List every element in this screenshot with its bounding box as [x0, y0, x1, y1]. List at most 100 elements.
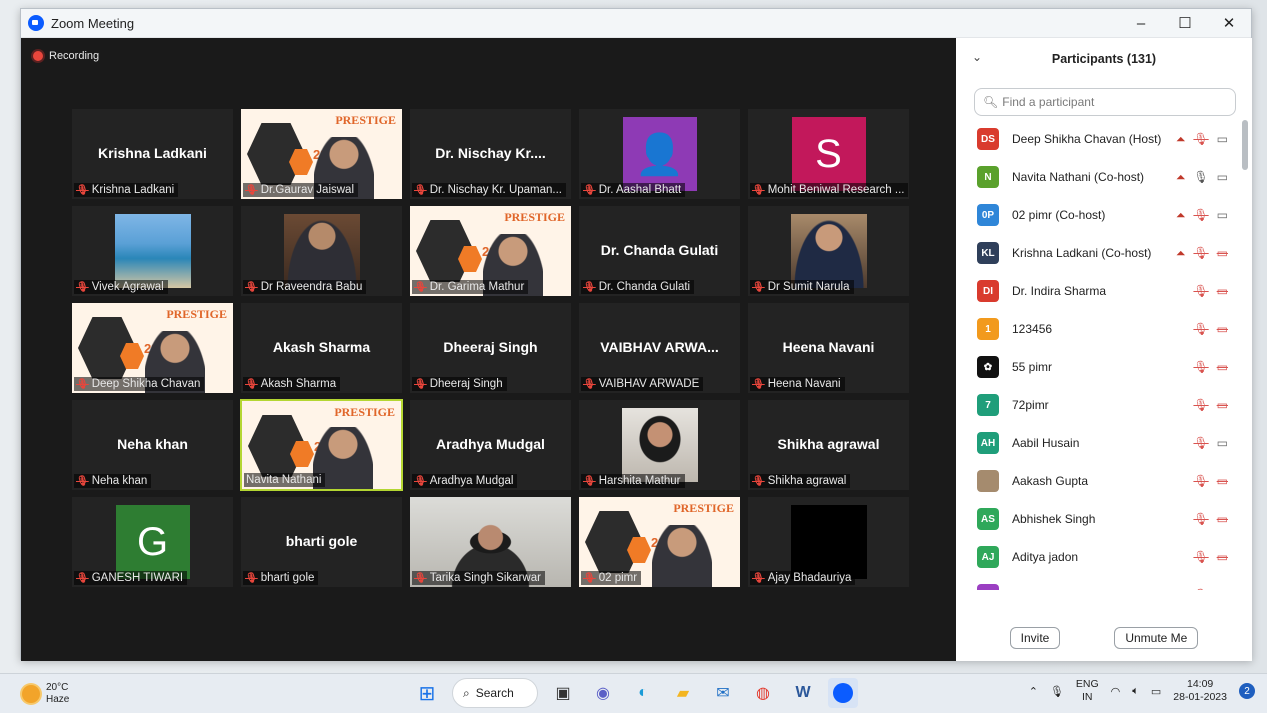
participant-row[interactable]: AS Abhishek Singh 🎙︎ ▭	[956, 500, 1252, 538]
edge-browser-icon[interactable]: ◐	[628, 678, 658, 708]
zoom-taskbar-icon[interactable]	[828, 678, 858, 708]
tile-name-label: 🎙︎ Heena Navani	[750, 377, 845, 391]
participant-row[interactable]: DI Dr. Indira Sharma 🎙︎ ▭	[956, 272, 1252, 310]
video-on-icon[interactable]: ▭	[1217, 208, 1228, 222]
mic-muted-icon[interactable]: 🎙︎	[1193, 360, 1208, 374]
video-tile[interactable]: Krishna Ladkani 🎙︎ Krishna Ladkani	[71, 108, 234, 200]
video-off-icon[interactable]: ▭	[1217, 512, 1228, 526]
participant-row[interactable]: AH Aabil Husain 🎙︎ ▭	[956, 424, 1252, 462]
video-tile[interactable]: PRESTIGE28 ◷02🎙︎02 pimr	[578, 496, 741, 588]
participant-row[interactable]: 0P 02 pimr (Co-host) ⏶ 🎙︎ ▭	[956, 196, 1252, 234]
recording-indicator[interactable]: Recording	[33, 50, 99, 62]
tile-display-name: Heena Navani	[782, 339, 875, 355]
participant-list-scrollbar[interactable]	[1242, 120, 1248, 170]
video-off-icon[interactable]: ▭	[1217, 474, 1228, 488]
video-tile[interactable]: bharti gole 🎙︎ bharti gole	[240, 496, 403, 588]
video-tile[interactable]: PRESTIGE28 ◷02🎙︎Dr.Gaurav Jaiswal	[240, 108, 403, 200]
collapse-chevron-icon[interactable]: ⌄	[972, 50, 982, 64]
language-indicator[interactable]: ENG IN	[1076, 678, 1099, 704]
file-explorer-icon[interactable]: ▰	[668, 678, 698, 708]
participant-row[interactable]: N Navita Nathani (Co-host) ⏶ 🎙︎ ▭	[956, 158, 1252, 196]
tile-name-label: 🎙︎ VAIBHAV ARWADE	[581, 377, 704, 391]
word-icon[interactable]: W	[788, 678, 818, 708]
video-off-icon[interactable]: ▭	[1217, 360, 1228, 374]
video-tile[interactable]: PRESTIGE28 ◷02Navita Nathani	[240, 399, 403, 491]
video-on-icon[interactable]: ▭	[1217, 132, 1228, 146]
mail-icon[interactable]: ✉	[708, 678, 738, 708]
mic-muted-icon[interactable]: 🎙︎	[1193, 132, 1208, 146]
teams-chat-icon[interactable]: ◉	[588, 678, 618, 708]
participant-row[interactable]: ✿ 55 pimr 🎙︎ ▭	[956, 348, 1252, 386]
video-tile[interactable]: Shikha agrawal 🎙︎ Shikha agrawal	[747, 399, 910, 491]
mic-muted-icon[interactable]: 🎙︎	[1193, 512, 1208, 526]
mic-muted-icon[interactable]: 🎙︎	[1193, 208, 1208, 222]
video-tile[interactable]: 🎙︎ Harshita Mathur	[578, 399, 741, 491]
task-view-icon[interactable]: ▣	[548, 678, 578, 708]
mic-muted-icon[interactable]: 🎙︎	[1193, 398, 1208, 412]
video-tile[interactable]: 🎙︎ Tarika Singh Sikarwar	[409, 496, 572, 588]
clock[interactable]: 14:09 28-01-2023	[1173, 678, 1227, 704]
video-tile[interactable]: Akash Sharma 🎙︎ Akash Sharma	[240, 302, 403, 394]
mic-muted-icon[interactable]: 🎙︎	[1193, 550, 1208, 564]
mic-muted-icon[interactable]: 🎙︎	[1193, 474, 1208, 488]
weather-widget[interactable]: 20°C Haze	[22, 682, 69, 706]
taskbar-search[interactable]: ⌕ Search	[452, 678, 538, 708]
participant-row[interactable]: 1 123456 🎙︎ ▭	[956, 310, 1252, 348]
video-off-icon[interactable]: ▭	[1217, 550, 1228, 564]
video-tile[interactable]: Dr. Chanda Gulati 🎙︎ Dr. Chanda Gulati	[578, 205, 741, 297]
chrome-icon[interactable]: ◍	[748, 678, 778, 708]
video-tile[interactable]: Heena Navani 🎙︎ Heena Navani	[747, 302, 910, 394]
windows-start-icon[interactable]: ⊞	[412, 678, 442, 708]
video-tile[interactable]: 🎙︎ Ajay Bhadauriya	[747, 496, 910, 588]
tray-chevron-icon[interactable]: ⌃	[1029, 685, 1038, 698]
wifi-icon[interactable]: ◠	[1111, 685, 1121, 698]
video-on-icon[interactable]: ▭	[1217, 436, 1228, 450]
participant-row[interactable]: 7 72pimr 🎙︎ ▭	[956, 386, 1252, 424]
mic-muted-icon[interactable]: 🎙︎	[1193, 284, 1208, 298]
video-tile[interactable]: PRESTIGE28 ◷02🎙︎Dr. Garima Mathur	[409, 205, 572, 297]
maximize-button[interactable]: ☐	[1163, 9, 1207, 37]
participant-list[interactable]: DS Deep Shikha Chavan (Host) ⏶ 🎙︎ ▭ N Navita N…	[956, 120, 1252, 590]
participant-search[interactable]: 🔍︎	[974, 88, 1236, 116]
participant-row[interactable]: Aakash Gupta 🎙︎ ▭	[956, 462, 1252, 500]
taskbar-search-label: Search	[475, 686, 514, 700]
video-tile[interactable]: Dheeraj Singh 🎙︎ Dheeraj Singh	[409, 302, 572, 394]
participant-row[interactable]: AJ Aditya jadon 🎙︎ ▭	[956, 538, 1252, 576]
mic-muted-icon[interactable]: 🎙︎	[1193, 436, 1208, 450]
participant-row[interactable]: DS Deep Shikha Chavan (Host) ⏶ 🎙︎ ▭	[956, 120, 1252, 158]
minimize-button[interactable]: –	[1119, 9, 1163, 37]
video-tile[interactable]: Dr. Nischay Kr.... 🎙︎ Dr. Nischay Kr. Upam…	[409, 108, 572, 200]
video-on-icon[interactable]: ▭	[1217, 588, 1228, 590]
video-tile[interactable]: VAIBHAV ARWA... 🎙︎ VAIBHAV ARWADE	[578, 302, 741, 394]
video-off-icon[interactable]: ▭	[1217, 284, 1228, 298]
notification-badge[interactable]: 2	[1239, 683, 1255, 699]
video-tile[interactable]: 👤 🎙︎ Dr. Aashal Bhatt	[578, 108, 741, 200]
video-on-icon[interactable]: ▭	[1217, 170, 1228, 184]
participant-row[interactable]: A Ajay Bhadauriya🎙︎ ▭	[956, 576, 1252, 590]
participant-search-input[interactable]	[1002, 95, 1223, 109]
video-tile[interactable]: G 🎙︎ GANESH TIWARI	[71, 496, 234, 588]
microphone-icon[interactable]: 🎙︎	[1050, 685, 1064, 698]
participant-row[interactable]: KL Krishna Ladkani (Co-host) ⏶ 🎙︎ ▭	[956, 234, 1252, 272]
video-tile[interactable]: S 🎙︎ Mohit Beniwal Research ...	[747, 108, 910, 200]
mic-muted-icon[interactable]: 🎙︎	[1193, 322, 1208, 336]
video-off-icon[interactable]: ▭	[1217, 398, 1228, 412]
mic-muted-icon[interactable]: 🎙︎	[1193, 588, 1208, 590]
video-tile[interactable]: PRESTIGE28 ◷02🎙︎Deep Shikha Chavan	[71, 302, 234, 394]
unmute-me-button[interactable]: Unmute Me	[1114, 627, 1199, 649]
video-tile[interactable]: 🎙︎ Dr Sumit Narula	[747, 205, 910, 297]
video-tile[interactable]: Aradhya Mudgal 🎙︎ Aradhya Mudgal	[409, 399, 572, 491]
tile-display-name: Dr. Chanda Gulati	[600, 242, 719, 258]
mic-on-icon[interactable]: 🎙︎	[1193, 170, 1208, 184]
video-tile[interactable]: Neha khan 🎙︎ Neha khan	[71, 399, 234, 491]
video-off-icon[interactable]: ▭	[1217, 246, 1228, 260]
volume-icon[interactable]: 🔈︎	[1132, 685, 1139, 698]
close-button[interactable]: ✕	[1207, 9, 1251, 37]
video-tile[interactable]: 🎙︎ Dr Raveendra Babu	[240, 205, 403, 297]
video-tile[interactable]: 🎙︎ Vivek Agrawal	[71, 205, 234, 297]
mic-muted-icon[interactable]: 🎙︎	[1193, 246, 1208, 260]
video-off-icon[interactable]: ▭	[1217, 322, 1228, 336]
tile-name-label: 🎙︎ Dheeraj Singh	[412, 377, 507, 391]
invite-button[interactable]: Invite	[1009, 627, 1061, 649]
battery-icon[interactable]: ▭	[1151, 685, 1161, 698]
